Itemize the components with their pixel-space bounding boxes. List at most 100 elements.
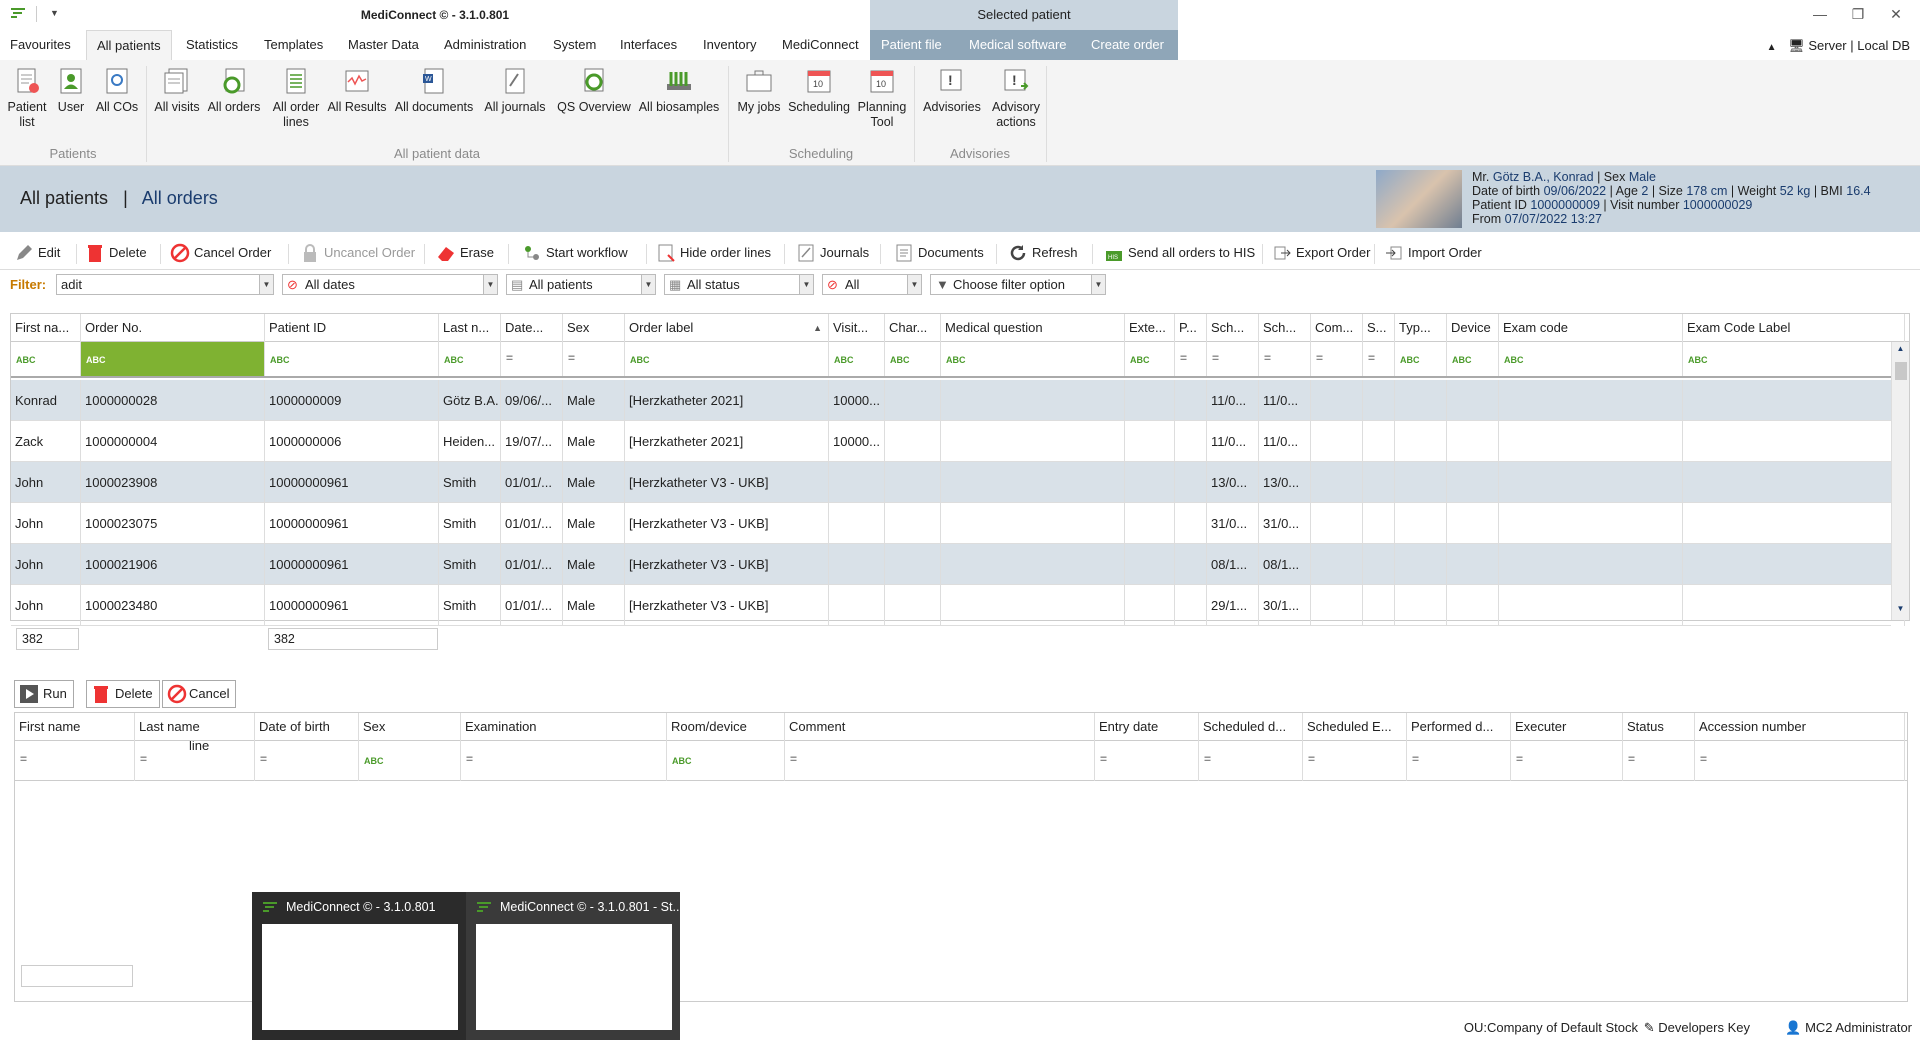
filter-all-combo[interactable]: ⊘ All ▼ [822, 274, 922, 295]
table-row[interactable]: Zack 1000000004 1000000006 Heiden... 19/07/.… [11, 421, 1905, 462]
delete-button[interactable]: Delete [85, 242, 147, 266]
column-filter-cell[interactable]: = [1407, 741, 1511, 781]
column-filter-cell[interactable]: = [785, 741, 1095, 781]
hide-order-lines-button[interactable]: Hide order lines [656, 242, 771, 266]
column-filter-cell[interactable]: = [1095, 741, 1199, 781]
column-filter-cell[interactable]: ABC [1125, 342, 1175, 376]
tab-favourites[interactable]: Favourites [0, 30, 81, 60]
all-order-lines-button[interactable]: All order lines [268, 66, 324, 130]
column-header[interactable]: Comment [785, 713, 1095, 741]
chevron-down-icon[interactable]: ▼ [483, 275, 497, 294]
column-header[interactable]: Last n... [439, 314, 501, 342]
all-cos-button[interactable]: All COs [94, 66, 140, 115]
all-biosamples-button[interactable]: All biosamples [636, 66, 722, 115]
cancel-order-button[interactable]: Cancel Order [170, 242, 271, 266]
scroll-down-icon[interactable]: ▼ [1892, 604, 1909, 618]
start-workflow-button[interactable]: Start workflow [522, 242, 628, 266]
column-header[interactable]: Date of birth [255, 713, 359, 741]
tab-interfaces[interactable]: Interfaces [610, 30, 687, 60]
scheduling-button[interactable]: 10 Scheduling [786, 66, 852, 115]
column-header[interactable]: Sch... [1207, 314, 1259, 342]
column-header[interactable]: Char... [885, 314, 941, 342]
column-header[interactable]: Last name [135, 713, 255, 741]
table-row[interactable]: John 1000021906 10000000961 Smith 01/01/... M… [11, 544, 1905, 585]
column-header[interactable]: Com... [1311, 314, 1363, 342]
breadcrumb-root[interactable]: All patients [20, 188, 108, 208]
column-filter-cell[interactable]: = [1303, 741, 1407, 781]
column-filter-cell[interactable]: = [1311, 342, 1363, 376]
table-row[interactable]: John 1000023908 10000000961 Smith 01/01/... M… [11, 462, 1905, 503]
column-filter-cell[interactable]: ABC [1683, 342, 1905, 376]
column-filter-cell[interactable]: = [135, 741, 255, 781]
column-header[interactable]: Exte... [1125, 314, 1175, 342]
patient-list-button[interactable]: Patient list [6, 66, 48, 130]
column-header[interactable]: Scheduled d... [1199, 713, 1303, 741]
my-jobs-button[interactable]: My jobs [734, 66, 784, 115]
tab-statistics[interactable]: Statistics [176, 30, 248, 60]
column-header[interactable]: Patient ID [265, 314, 439, 342]
column-filter-cell[interactable]: ABC [1447, 342, 1499, 376]
column-filter-cell[interactable]: = [1363, 342, 1395, 376]
tab-patient-file[interactable]: Patient file [870, 30, 953, 60]
scroll-thumb[interactable] [1895, 362, 1907, 380]
column-header[interactable]: Order No. [81, 314, 265, 342]
column-filter-cell[interactable]: ABC [11, 342, 81, 376]
column-filter-cell[interactable]: ABC [829, 342, 885, 376]
column-filter-cell[interactable]: ABC [941, 342, 1125, 376]
tab-templates[interactable]: Templates [254, 30, 333, 60]
column-header[interactable]: Order label ▲ [625, 314, 829, 342]
column-header[interactable]: Typ... [1395, 314, 1447, 342]
chevron-down-icon[interactable]: ▼ [641, 275, 655, 294]
column-header[interactable]: Date... [501, 314, 563, 342]
column-header[interactable]: Performed d... [1407, 713, 1511, 741]
column-header[interactable]: Medical question [941, 314, 1125, 342]
chevron-down-icon[interactable]: ▼ [1091, 275, 1105, 294]
column-filter-cell[interactable]: = [1259, 342, 1311, 376]
chevron-down-icon[interactable]: ▼ [259, 275, 273, 294]
collapse-ribbon-icon[interactable]: ▲ [1767, 42, 1777, 53]
all-orders-button[interactable]: All orders [206, 66, 262, 115]
filter-text-combo[interactable]: adit ▼ [56, 274, 274, 295]
column-filter-cell[interactable]: = [1207, 342, 1259, 376]
column-filter-cell[interactable]: = [1511, 741, 1623, 781]
close-icon[interactable]: ✕ [1886, 6, 1906, 24]
column-filter-cell[interactable]: ABC [81, 342, 265, 376]
restore-icon[interactable]: ❐ [1848, 6, 1868, 24]
column-header[interactable]: First name [15, 713, 135, 741]
column-filter-cell[interactable]: = [1199, 741, 1303, 781]
column-filter-cell[interactable]: ABC [1395, 342, 1447, 376]
tab-inventory[interactable]: Inventory [693, 30, 766, 60]
column-filter-cell[interactable]: = [563, 342, 625, 376]
planning-tool-button[interactable]: 10 Planning Tool [856, 66, 908, 130]
column-filter-cell[interactable]: ABC [625, 342, 829, 376]
table-row[interactable]: John 1000023075 10000000961 Smith 01/01/... M… [11, 503, 1905, 544]
all-results-button[interactable]: All Results [326, 66, 388, 115]
chevron-down-icon[interactable]: ▼ [799, 275, 813, 294]
cancel-order-line-button[interactable]: Cancel order line [162, 680, 237, 753]
tab-administration[interactable]: Administration [434, 30, 536, 60]
uncancel-order-button[interactable]: Uncancel Order [300, 242, 415, 266]
all-journals-button[interactable]: All journals [480, 66, 550, 115]
column-filter-cell[interactable]: ABC [359, 741, 461, 781]
orders-scrollbar[interactable]: ▲ ▼ [1891, 342, 1909, 620]
column-filter-cell[interactable]: = [255, 741, 359, 781]
documents-button[interactable]: Documents [894, 242, 984, 266]
filter-choose-combo[interactable]: ▼ Choose filter option ▼ [930, 274, 1106, 295]
chevron-down-icon[interactable]: ▼ [907, 275, 921, 294]
advisories-button[interactable]: ! Advisories [920, 66, 984, 115]
tab-mediconnect[interactable]: MediConnect [772, 30, 869, 60]
column-header[interactable]: Visit... [829, 314, 885, 342]
column-header[interactable]: Executer [1511, 713, 1623, 741]
all-visits-button[interactable]: All visits [152, 66, 202, 115]
column-header[interactable]: Entry date [1095, 713, 1199, 741]
export-order-button[interactable]: Export Order [1272, 242, 1370, 266]
column-filter-cell[interactable]: = [461, 741, 667, 781]
tab-master-data[interactable]: Master Data [338, 30, 429, 60]
column-filter-cell[interactable]: = [1623, 741, 1695, 781]
tab-system[interactable]: System [543, 30, 606, 60]
tab-medical-software[interactable]: Medical software [958, 30, 1078, 60]
column-filter-cell[interactable]: ABC [265, 342, 439, 376]
edit-button[interactable]: Edit [14, 242, 60, 266]
column-header[interactable]: Sex [563, 314, 625, 342]
filter-dates-combo[interactable]: ⊘ All dates ▼ [282, 274, 498, 295]
